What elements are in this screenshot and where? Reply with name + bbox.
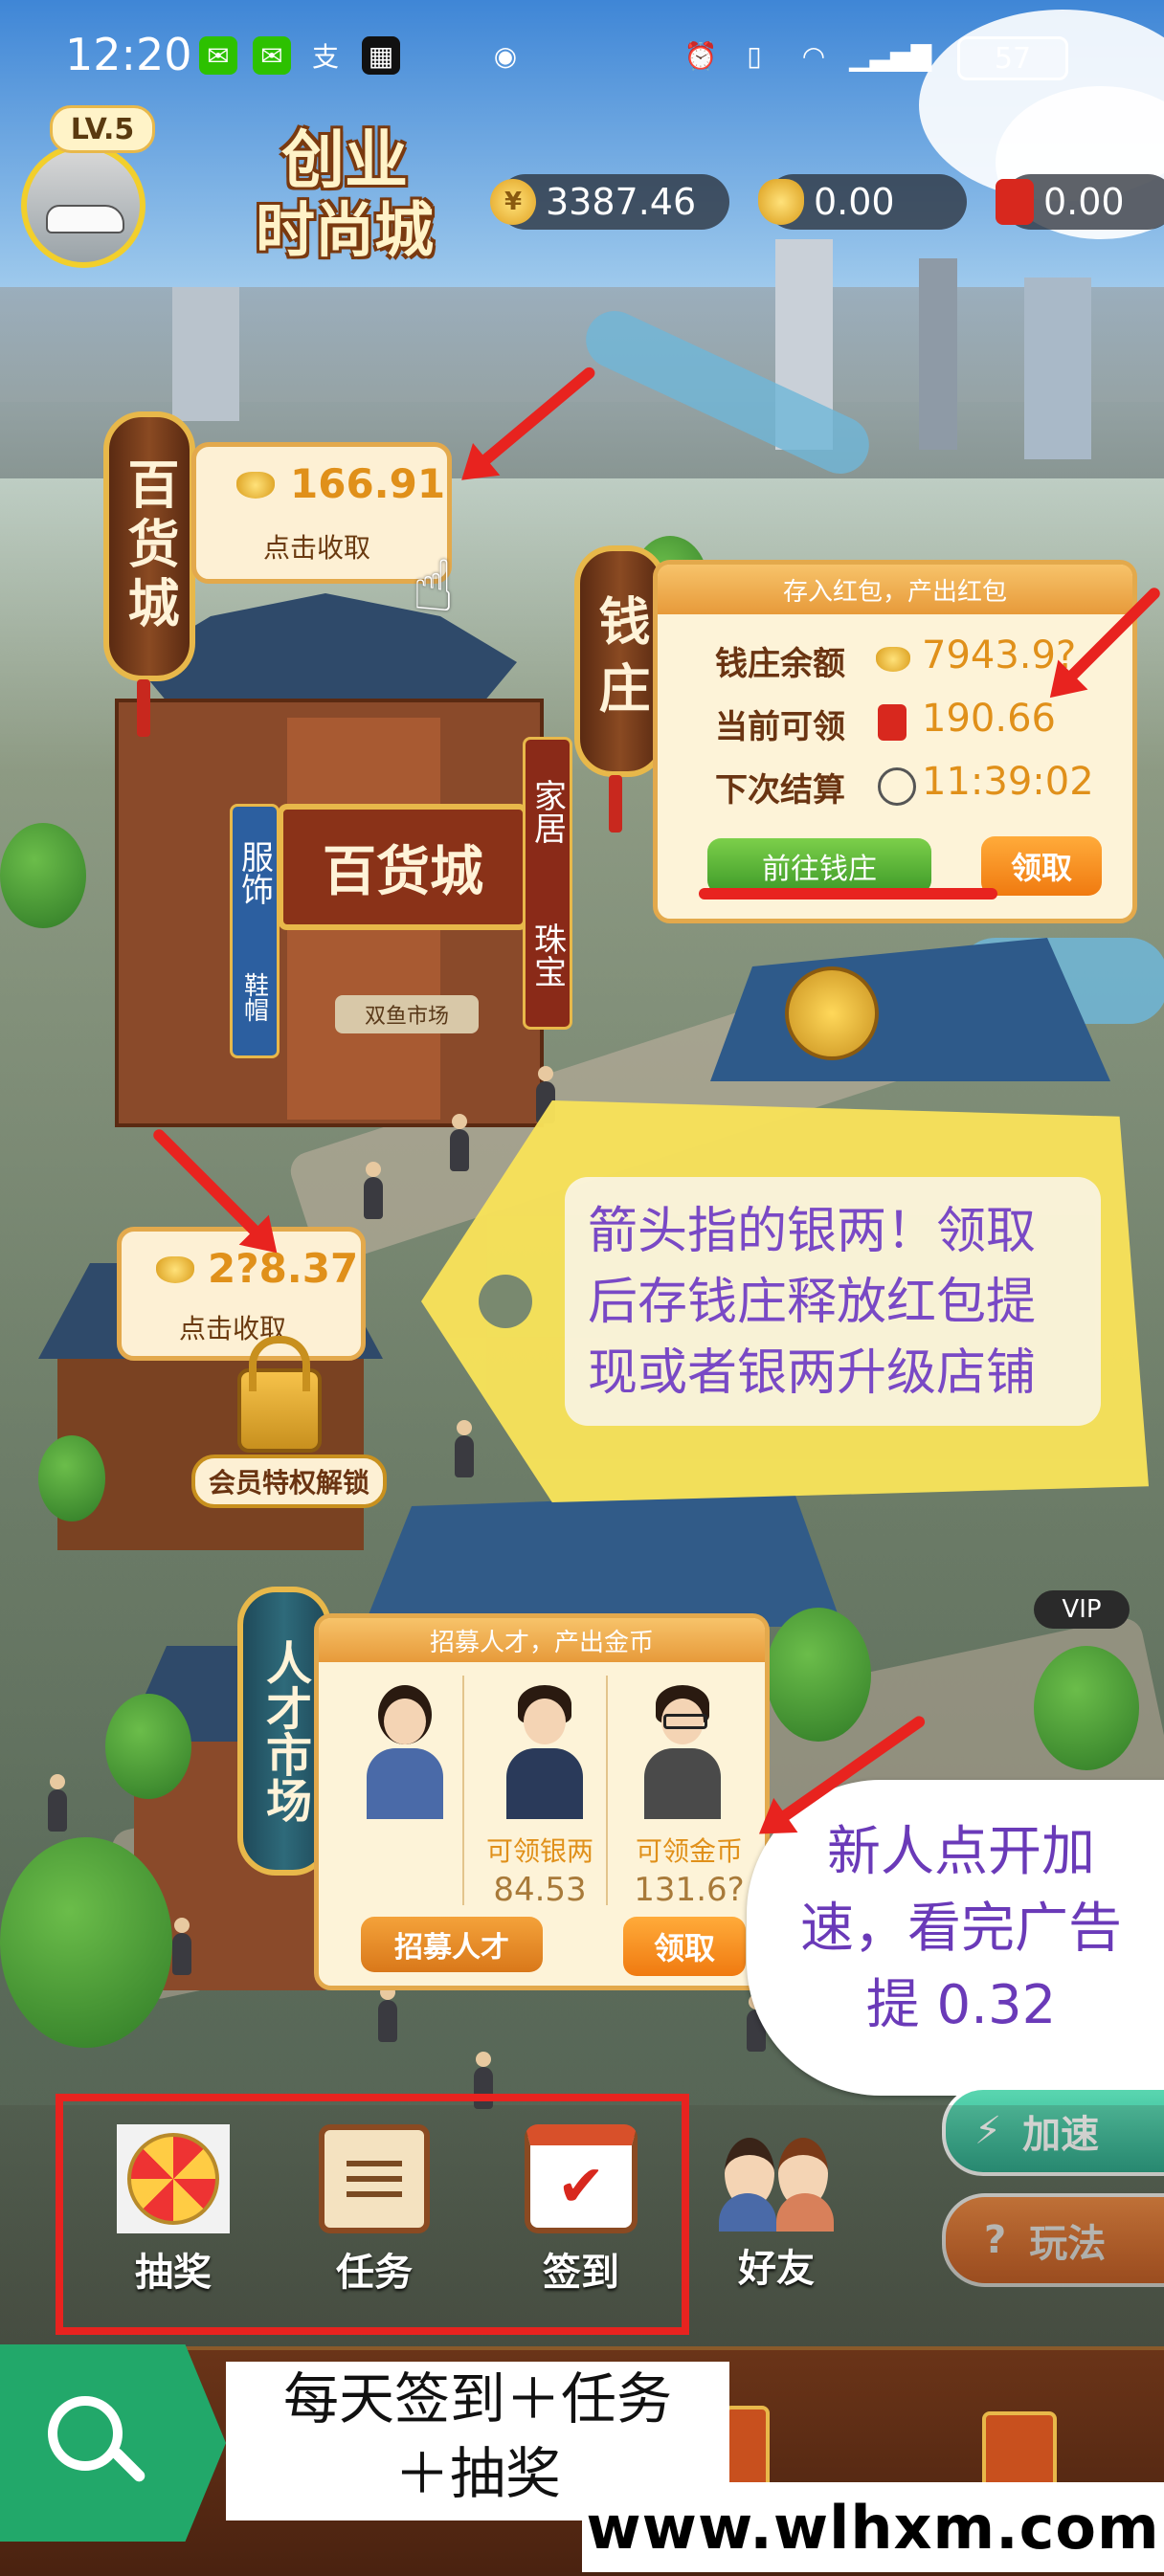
collect-amount: 2?8.37 [208, 1245, 359, 1292]
nav-friends[interactable]: 好友 [695, 2124, 858, 2297]
speedup-note-bubble: 新人点开加速，看完广告提 0.32 [747, 1780, 1164, 2096]
collect-amount: 166.91 [290, 460, 446, 507]
red-packet-icon [996, 179, 1034, 225]
gold-coin-icon: ¥ [490, 179, 536, 225]
clothing-side-sign: 服饰 鞋帽 [230, 804, 280, 1058]
bank-building[interactable] [689, 919, 1110, 1110]
friends-icon [719, 2124, 834, 2232]
coin-emblem-icon [785, 966, 879, 1060]
game-logo: 创业 时尚城 [239, 124, 450, 278]
member-unlock-label[interactable]: 会员特权解锁 [191, 1455, 387, 1508]
wechat-icon: ✉ [199, 36, 237, 75]
wechat-icon: ✉ [253, 36, 291, 75]
level-badge: LV.5 [50, 105, 155, 153]
eye-icon: ◉ [493, 39, 518, 72]
search-badge[interactable] [0, 2344, 226, 2542]
tree [766, 1608, 871, 1742]
hand-pointer-icon: ☝ [412, 545, 456, 628]
pedestrian [450, 1114, 469, 1171]
qr-app-icon: ▦ [362, 36, 400, 75]
recruit-talent-button[interactable]: 招募人才 [361, 1917, 543, 1972]
male-talent-glasses-portrait [635, 1685, 730, 1819]
promo-tag-text: 箭头指的银两！领取后存钱庄释放红包提现或者银两升级店铺 [565, 1177, 1101, 1426]
silver-balance[interactable]: 0.00 [758, 174, 967, 230]
clock: 12:20 [65, 29, 192, 80]
tag-hole [479, 1275, 532, 1328]
pedestrian [378, 1985, 397, 2042]
pedestrian [364, 1162, 383, 1219]
tree [105, 1694, 191, 1799]
silver-ingot-icon [156, 1256, 194, 1283]
red-packet-icon [878, 704, 907, 741]
talent-market-panel: 招募人才，产出金币 可领银两 84.53 可领金币 131.6? 招募人才 领取 [314, 1613, 770, 1990]
home-jewelry-side-sign: 家居 珠宝 [523, 737, 572, 1030]
goto-bank-button[interactable]: 前往钱庄 [707, 838, 931, 894]
alarm-icon: ⏰ [683, 39, 718, 72]
silver-ingot-icon [876, 647, 910, 672]
search-icon [48, 2396, 123, 2471]
padlock-shackle [249, 1336, 310, 1391]
silver-ingot-icon [236, 472, 275, 499]
logo-line2: 时尚城 [255, 195, 434, 265]
bank-panel-header: 存入红包，产出红包 [658, 565, 1132, 614]
player-avatar[interactable] [21, 144, 146, 268]
department-store-building-sign: 百货城 [278, 804, 528, 930]
pedestrian [48, 1774, 67, 1832]
status-bar: 12:20 ✉ ✉ 支 ▦ ◉ ⏰ ▯ ◠ ▁▃▅▇ 57 [0, 0, 1164, 115]
coins-claimable-value: 131.6? [634, 1871, 745, 1909]
alipay-icon: 支 [311, 41, 339, 73]
coins-claimable-label: 可领金币 [635, 1835, 743, 1867]
car-icon [46, 205, 124, 233]
vip-badge[interactable]: VIP [1034, 1590, 1130, 1629]
annotation-underline [699, 888, 997, 899]
collect-label: 点击收取 [263, 532, 371, 564]
tree [38, 1435, 105, 1521]
silver-claimable-value: 84.53 [493, 1871, 587, 1909]
highlight-frame [56, 2094, 689, 2335]
tassel [137, 679, 150, 737]
speedup-note-text: 新人点开加速，看完广告提 0.32 [800, 1821, 1122, 2036]
watermark: www.wlhxm.com [582, 2482, 1164, 2572]
gate-sign: 双鱼市场 [335, 995, 479, 1033]
clock-icon [878, 767, 916, 806]
male-talent-portrait [497, 1685, 593, 1819]
signal-icon: ▁▃▅▇ [848, 39, 932, 72]
gold-coin-balance[interactable]: ¥ 3387.46 [490, 174, 729, 230]
promo-tag: 箭头指的银两！领取后存钱庄释放红包提现或者银两升级店铺 [421, 1100, 1149, 1502]
bank-panel: 存入红包，产出红包 钱庄余额 7943.9? 当前可领 190.66 下次结算 … [653, 560, 1137, 923]
talent-claim-button[interactable]: 领取 [623, 1917, 746, 1976]
wifi-icon: ◠ [801, 39, 826, 72]
tree [1034, 1646, 1139, 1770]
daily-tip-line1: 每天签到＋任务 [282, 2366, 672, 2432]
silver-claimable-label: 可领银两 [485, 1835, 593, 1867]
department-store-label[interactable]: 百货城 [103, 411, 195, 681]
talent-panel-header: 招募人才，产出金币 [319, 1618, 765, 1662]
red-packet-balance[interactable]: 0.00 [996, 174, 1164, 230]
logo-line1: 创业 [281, 122, 408, 197]
tree [0, 1837, 172, 2048]
bank-claim-button[interactable]: 领取 [981, 836, 1102, 896]
pedestrian [455, 1420, 474, 1477]
tree [0, 823, 86, 928]
tassel [609, 775, 622, 833]
female-talent-portrait [357, 1685, 453, 1819]
silver-ingot-icon [758, 179, 804, 225]
battery-icon: 57 [957, 36, 1068, 80]
pedestrian [172, 1918, 191, 1975]
vibrate-icon: ▯ [747, 39, 762, 72]
bank-settlement-row: 下次结算 11:39:02 [715, 760, 1094, 810]
